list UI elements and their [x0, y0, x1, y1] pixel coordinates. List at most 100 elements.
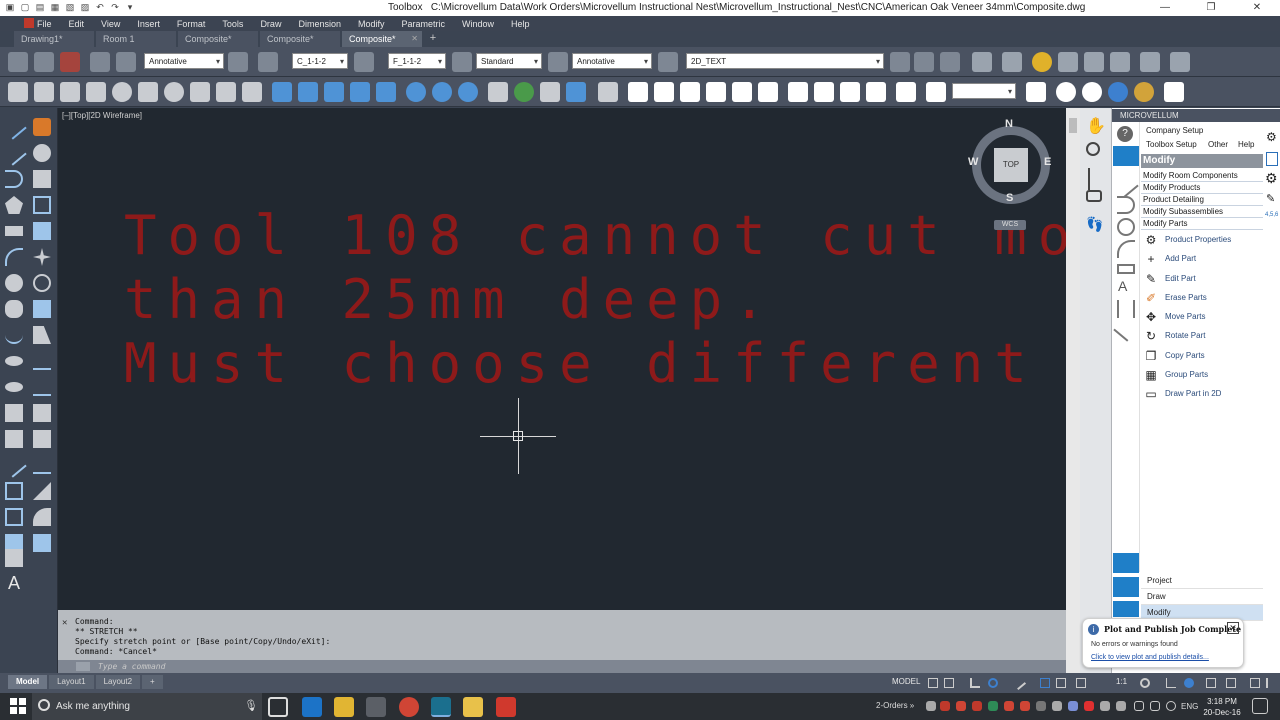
presspull-icon[interactable] — [298, 82, 318, 102]
modify-parts-link[interactable]: Modify Parts — [1141, 218, 1263, 230]
3d-align-icon[interactable] — [540, 82, 560, 102]
menu-tools[interactable]: Tools — [222, 19, 243, 29]
multileader-style-select[interactable]: Annotative — [572, 53, 652, 70]
helix-icon[interactable] — [216, 82, 236, 102]
view-bottom-icon[interactable] — [758, 82, 778, 102]
modify-nav-icon[interactable] — [1113, 601, 1139, 617]
minimize-button[interactable]: — — [1142, 0, 1188, 16]
3d-move-icon[interactable] — [488, 82, 508, 102]
draw-circle-icon[interactable] — [1117, 218, 1135, 236]
orbit-icon[interactable] — [1088, 168, 1106, 190]
dropdown-icon[interactable]: ▾ — [124, 1, 136, 13]
group-parts-button[interactable]: ▦ Group Parts — [1141, 366, 1208, 384]
draw-dimension-icon[interactable] — [1117, 300, 1135, 318]
chamfer-icon[interactable] — [33, 482, 51, 500]
file-explorer-icon[interactable] — [334, 697, 354, 717]
tab-layout1[interactable]: Layout1 — [49, 675, 94, 689]
open-icon[interactable]: ▤ — [34, 1, 46, 13]
drawing-canvas[interactable]: [–][Top][2D Wireframe] Tool 108 cannot c… — [58, 108, 1066, 610]
command-input[interactable]: Type a command — [58, 660, 1066, 673]
layer-iso-icon[interactable] — [940, 52, 960, 72]
mirror-icon[interactable] — [33, 170, 51, 188]
annotation-monitor-icon[interactable] — [1166, 678, 1176, 688]
view-right-icon[interactable] — [706, 82, 726, 102]
torus-solid-icon[interactable] — [164, 82, 184, 102]
view-left-icon[interactable] — [680, 82, 700, 102]
tray-app-icon[interactable] — [972, 701, 982, 711]
tab-room-1[interactable]: Room 1 — [96, 31, 176, 47]
annotation-scale-icon[interactable] — [228, 52, 248, 72]
ungroup-tool-icon[interactable] — [116, 52, 136, 72]
copy-parts-button[interactable]: ❐ Copy Parts — [1141, 347, 1205, 365]
text-style-select[interactable]: Annotative — [144, 53, 224, 70]
wedge-solid-icon[interactable] — [60, 82, 80, 102]
taskbar-search[interactable]: Ask me anything 🎙 — [32, 693, 262, 720]
tray-toolbar[interactable]: 2-Orders » — [876, 701, 914, 710]
layer-select[interactable]: 2D_TEXT — [686, 53, 884, 70]
store-icon[interactable] — [366, 697, 386, 717]
modify-subassemblies-link[interactable]: Modify Subassemblies — [1141, 206, 1263, 218]
help-link[interactable]: Help — [1238, 140, 1254, 149]
tray-app-icon[interactable] — [926, 701, 936, 711]
construction-line-icon[interactable] — [1, 140, 27, 166]
insert-block-icon[interactable] — [5, 404, 23, 422]
microphone-icon[interactable]: 🎙 — [244, 699, 258, 712]
subtract-icon[interactable] — [432, 82, 452, 102]
add-part-button[interactable]: + Add Part — [1141, 250, 1196, 268]
draw-text-icon[interactable]: A — [1118, 278, 1136, 296]
tray-app-icon[interactable] — [1036, 701, 1046, 711]
visual-style-manager-icon[interactable] — [1164, 82, 1184, 102]
menu-insert[interactable]: Insert — [137, 19, 160, 29]
chrome-icon[interactable] — [399, 697, 419, 717]
multileader-icon[interactable] — [548, 52, 568, 72]
draw-line-icon[interactable] — [1113, 172, 1139, 198]
notification-close-button[interactable]: ✕ — [1227, 622, 1239, 634]
menu-dimension[interactable]: Dimension — [298, 19, 341, 29]
planar-surface-icon[interactable] — [242, 82, 262, 102]
isolate-objects-icon[interactable] — [1184, 678, 1194, 688]
materials-icon[interactable] — [1058, 52, 1078, 72]
line-icon[interactable] — [1, 114, 27, 140]
named-views-icon[interactable] — [896, 82, 916, 102]
tab-composite-1[interactable]: Composite* — [178, 31, 258, 47]
new-icon[interactable]: ▢ — [19, 1, 31, 13]
lights-icon[interactable] — [1110, 52, 1130, 72]
make-block-icon[interactable] — [5, 430, 23, 448]
document-icon[interactable] — [1266, 152, 1278, 166]
zoom-magnifier-icon[interactable] — [1086, 142, 1100, 156]
dim-style-icon[interactable] — [354, 52, 374, 72]
tab-model[interactable]: Model — [8, 675, 48, 689]
command-close-icon[interactable]: ✕ — [62, 618, 67, 628]
workspace-gear-icon[interactable] — [1140, 678, 1150, 688]
erase-parts-button[interactable]: ✐ Erase Parts — [1141, 289, 1207, 307]
annotation-visibility-icon[interactable] — [1076, 678, 1086, 688]
sweep-icon[interactable] — [324, 82, 344, 102]
compass-north[interactable]: N — [1005, 118, 1013, 130]
extrude-blue-icon[interactable] — [272, 82, 292, 102]
extend-icon[interactable] — [33, 378, 51, 396]
other-link[interactable]: Other — [1208, 140, 1228, 149]
menu-help[interactable]: Help — [511, 19, 530, 29]
dim-style-select[interactable]: C_1-1-2 — [292, 53, 348, 70]
ellipse-arc-icon[interactable] — [5, 382, 23, 392]
maximize-button[interactable]: ❐ — [1188, 0, 1234, 16]
tab-layout2[interactable]: Layout2 — [95, 675, 141, 689]
modify-pencil-icon[interactable] — [1113, 146, 1139, 166]
viewport-controls[interactable]: [–][Top][2D Wireframe] — [62, 111, 142, 120]
menu-parametric[interactable]: Parametric — [402, 19, 446, 29]
arc-icon[interactable] — [5, 248, 23, 266]
save-as-icon[interactable]: ▧ — [64, 1, 76, 13]
hardware-acceleration-icon[interactable] — [1226, 678, 1236, 688]
revision-cloud-icon[interactable] — [5, 300, 23, 318]
tray-app-icon[interactable] — [1052, 701, 1062, 711]
hidden-icon[interactable] — [1082, 82, 1102, 102]
move-parts-button[interactable]: ✥ Move Parts — [1141, 308, 1206, 326]
modify-products-link[interactable]: Modify Products — [1141, 182, 1263, 194]
plot-publish-status-icon[interactable] — [1206, 678, 1216, 688]
rectangle-icon[interactable] — [5, 226, 23, 236]
add-layout-button[interactable]: + — [142, 675, 163, 689]
task-view-icon[interactable] — [268, 697, 288, 717]
menu-format[interactable]: Format — [177, 19, 206, 29]
hatch-icon[interactable] — [5, 482, 23, 500]
tray-app-icon[interactable] — [956, 701, 966, 711]
